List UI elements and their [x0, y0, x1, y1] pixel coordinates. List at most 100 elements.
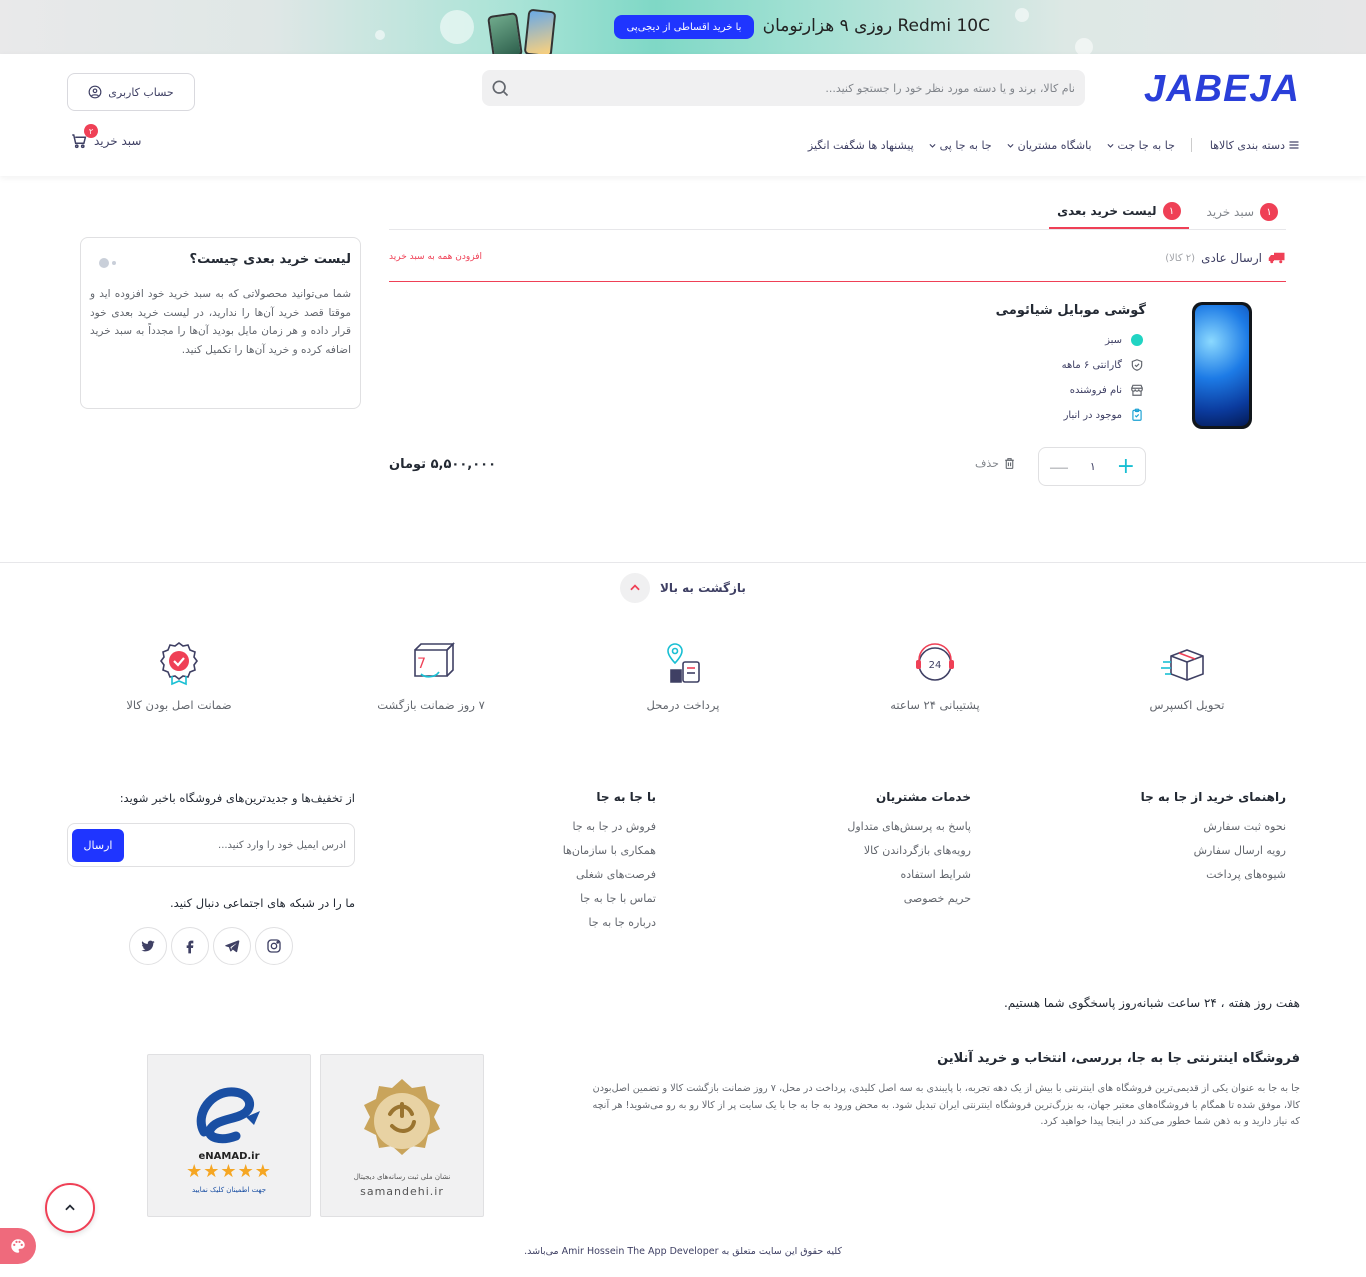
pay-on-delivery-icon	[667, 643, 700, 683]
search-bar[interactable]	[482, 70, 1085, 106]
decor-bubble	[375, 30, 385, 40]
cart-count-badge: ۲	[84, 124, 98, 138]
footer-link[interactable]: فروش در جا به جا	[563, 820, 656, 833]
product-color: سبز	[1105, 333, 1144, 347]
rating-stars-icon: ★★★★★	[186, 1161, 272, 1182]
footer-link[interactable]: درباره جا به جا	[563, 916, 656, 929]
newsletter-submit-button[interactable]: ارسال	[72, 829, 124, 862]
chevron-down-icon	[1107, 143, 1114, 148]
plus-icon[interactable]: +	[1117, 455, 1135, 478]
quantity-stepper[interactable]: + ۱ —	[1038, 447, 1146, 486]
enamad-badge[interactable]: eNAMAD.ir ★★★★★ جهت اطمینان کلیک نمایید	[147, 1054, 311, 1217]
shield-icon	[1131, 359, 1143, 371]
footer-link[interactable]: پاسخ به پرسش‌های متداول	[847, 820, 971, 833]
tabs-divider	[389, 229, 1286, 230]
feature-label: پرداخت درمحل	[646, 698, 720, 712]
delete-label: حذف	[975, 457, 999, 470]
color-label: سبز	[1105, 334, 1122, 346]
tab-next-list[interactable]: ۱ لیست خرید بعدی	[1049, 195, 1189, 229]
decor-bubble	[1075, 38, 1093, 54]
twitter-icon[interactable]	[129, 927, 167, 965]
chevron-down-icon	[929, 143, 936, 148]
tab-label: سبد خرید	[1206, 205, 1254, 219]
promo-banner[interactable]: با خرید اقساطی از دیجی‌پی Redmi 10C روزی…	[0, 0, 1366, 54]
promo-phones-image	[487, 8, 562, 54]
support-hours-text: هفت روز هفته ، ۲۴ ساعت شبانه‌روز پاسخگوی…	[1003, 996, 1300, 1010]
feature-original-guarantee: ضمانت اصل بودن کالا	[89, 640, 269, 712]
feature-label: پشتیبانی ۲۴ ساعته	[890, 698, 980, 712]
newsletter-title: از تخفیف‌ها و جدیدترین‌های فروشگاه باخبر…	[119, 791, 355, 805]
copyright-text: کلیه حقوق این سایت متعلق به Amir Hossein…	[524, 1246, 842, 1257]
delete-button[interactable]: حذف	[975, 457, 1016, 470]
promo-headline: Redmi 10C روزی ۹ هزارتومان	[762, 16, 990, 36]
quantity-value: ۱	[1089, 460, 1096, 473]
footer-link[interactable]: رویه‌های بازگرداندن کالا	[847, 844, 971, 857]
promo-pill: با خرید اقساطی از دیجی‌پی	[614, 15, 754, 39]
facebook-icon[interactable]	[171, 927, 209, 965]
decor-bubble	[440, 10, 474, 44]
nav-club[interactable]: باشگاه مشتریان	[1006, 139, 1092, 152]
footer-link[interactable]: حریم خصوصی	[847, 892, 971, 905]
nav-pay[interactable]: جا به جا پی	[928, 139, 992, 152]
search-input[interactable]	[535, 70, 1075, 106]
footer-col-guide: راهنمای خرید از جا به جا نحوه ثبت سفارش …	[1141, 790, 1286, 892]
cart-button[interactable]: سبد خرید ۲	[70, 124, 142, 150]
nav-categories[interactable]: دسته بندی کالاها	[1210, 139, 1300, 152]
nav-jet[interactable]: جا به جا جت	[1106, 139, 1175, 152]
site-logo[interactable]: JABEJA	[1144, 68, 1300, 111]
feature-pay-on-delivery: پرداخت درمحل	[593, 640, 773, 712]
next-list-info-box: لیست خرید بعدی چیست؟ شما می‌توانید محصول…	[80, 237, 361, 409]
color-swatch	[1131, 334, 1143, 346]
footer-col-title: راهنمای خرید از جا به جا	[1140, 790, 1286, 804]
feature-label: ۷ روز ضمانت بازگشت	[377, 698, 485, 712]
menu-icon	[1289, 141, 1299, 149]
scroll-top-button[interactable]	[45, 1183, 95, 1233]
product-warranty: گارانتی ۶ ماهه	[1062, 358, 1144, 372]
nav-divider	[1190, 138, 1192, 152]
product-seller: نام فروشنده	[1070, 383, 1144, 397]
info-box-title: لیست خرید بعدی چیست؟	[189, 252, 351, 267]
footer-link[interactable]: تماس با جا به جا	[563, 892, 656, 905]
support-24-icon: 24	[916, 643, 954, 681]
cart-tabs: ۱ سبد خرید ۱ لیست خرید بعدی	[1049, 195, 1286, 229]
decor-dots	[99, 258, 116, 268]
account-button[interactable]: حساب کاربری	[67, 73, 195, 111]
product-stock: موجود در انبار	[1064, 408, 1144, 422]
search-icon[interactable]	[490, 78, 510, 98]
tab-count-badge: ۱	[1162, 202, 1181, 220]
footer-link[interactable]: شیوه‌های پرداخت	[1141, 868, 1286, 881]
newsletter-email-input[interactable]	[146, 824, 346, 866]
nav-label: باشگاه مشتریان	[1017, 138, 1092, 152]
footer-link[interactable]: نحوه ثبت سفارش	[1141, 820, 1286, 833]
original-guarantee-icon	[160, 642, 198, 686]
product-title[interactable]: گوشی موبایل شیائومی	[996, 303, 1146, 318]
user-icon	[88, 85, 102, 99]
instagram-icon[interactable]	[255, 927, 293, 965]
footer-link[interactable]: فرصت‌های شغلی	[563, 868, 656, 881]
samandehi-badge[interactable]: نشان ملی ثبت رسانه‌های دیجیتال samandehi…	[320, 1054, 484, 1217]
feature-support-24: 24 پشتیبانی ۲۴ ساعته	[845, 640, 1025, 712]
truck-icon	[1268, 252, 1285, 264]
product-price: ۵,۵۰۰,۰۰۰ تومان	[389, 457, 497, 472]
newsletter-form: ارسال	[67, 823, 355, 867]
minus-icon[interactable]: —	[1049, 457, 1069, 477]
add-all-to-cart-link[interactable]: افزودن همه به سبد خرید	[389, 252, 482, 262]
theme-palette-button[interactable]	[0, 1228, 36, 1264]
return-guarantee-icon: 7	[414, 642, 455, 678]
feature-label: ضمانت اصل بودن کالا	[126, 698, 232, 712]
account-label: حساب کاربری	[108, 85, 174, 99]
footer-link[interactable]: همکاری با سازمان‌ها	[563, 844, 656, 857]
cart-label: سبد خرید	[94, 134, 142, 148]
tab-label: لیست خرید بعدی	[1057, 204, 1157, 218]
about-text: جا به جا به عنوان یکی از قدیمی‌ترین فروش…	[592, 1083, 1300, 1127]
tab-cart[interactable]: ۱ سبد خرید	[1199, 195, 1286, 229]
product-image[interactable]	[1192, 302, 1252, 429]
nav-offers[interactable]: پیشنهاد ها شگفت انگیز	[808, 139, 914, 152]
samandehi-sub: نشان ملی ثبت رسانه‌های دیجیتال	[353, 1172, 451, 1181]
chevron-up-icon	[65, 1204, 75, 1211]
footer-link[interactable]: رویه ارسال سفارش	[1141, 844, 1286, 857]
back-to-top-button[interactable]: بازگشت به بالا	[620, 573, 746, 603]
footer-link[interactable]: شرایط استفاده	[847, 868, 971, 881]
telegram-icon[interactable]	[213, 927, 251, 965]
site-header: JABEJA حساب کاربری سبد خرید ۲ دسته بندی …	[0, 54, 1366, 176]
